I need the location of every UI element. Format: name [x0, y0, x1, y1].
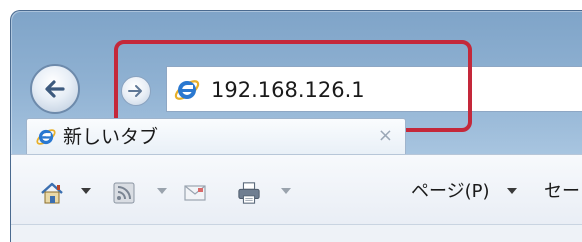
page-menu-caret[interactable] — [507, 188, 517, 194]
home-dropdown-caret[interactable] — [81, 188, 91, 194]
back-button[interactable] — [30, 64, 80, 114]
command-bar: ページ(P) セー — [11, 154, 582, 225]
mail-icon[interactable] — [183, 181, 207, 205]
page-content-edge — [11, 224, 582, 242]
ie-logo-icon — [36, 129, 56, 145]
tab-new-tab[interactable]: 新しいタブ × — [26, 118, 406, 154]
page-menu-button[interactable]: ページ(P) — [411, 179, 490, 205]
rss-feed-icon[interactable] — [113, 181, 135, 205]
home-icon[interactable] — [39, 181, 65, 205]
browser-screenshot: 192.168.126.1 新しいタブ × ページ(P) セー — [0, 0, 582, 242]
tab-close-icon[interactable]: × — [378, 125, 393, 147]
arrow-left-icon — [45, 80, 65, 98]
feeds-dropdown-caret[interactable] — [157, 188, 167, 194]
tab-label: 新しいタブ — [63, 126, 159, 148]
printer-icon[interactable] — [235, 181, 263, 205]
safety-menu-button[interactable]: セー — [544, 179, 580, 205]
print-dropdown-caret[interactable] — [281, 188, 291, 194]
